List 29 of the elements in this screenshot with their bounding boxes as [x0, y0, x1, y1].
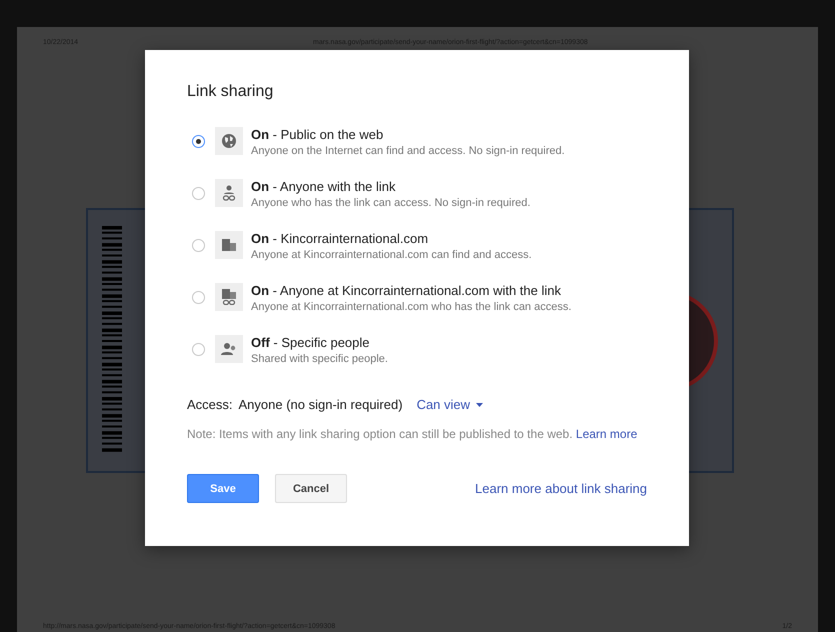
option-description: Anyone on the Internet can find and access. No sign-in required. [251, 144, 565, 159]
radio-button[interactable] [192, 343, 205, 356]
radio-button[interactable] [192, 187, 205, 200]
help-link[interactable]: Learn more about link sharing [475, 481, 647, 496]
radio-button[interactable] [192, 239, 205, 252]
cancel-button[interactable]: Cancel [275, 474, 347, 503]
caret-icon [476, 402, 484, 406]
learn-more-link[interactable]: Learn more [576, 427, 638, 441]
option-description: Anyone at Kincorrainternational.com can find and access. [251, 248, 532, 263]
person-link-icon [222, 185, 236, 201]
option-title: On - Kincorrainternational.com [251, 231, 430, 247]
access-label: Access: [187, 397, 233, 412]
option-title: On - Anyone at Kincorrainternational.com with the link [251, 283, 562, 299]
option-description: Anyone at Kincorrainternational.com who has the link can access. [251, 300, 572, 315]
option-title: On - Anyone with the link [251, 179, 397, 195]
building-link-icon [222, 289, 236, 305]
radio-button[interactable] [192, 291, 205, 304]
note-text: Note: Items with any link sharing option can still be published to the web. Learn more [187, 427, 638, 441]
option-description: Anyone who has the link can access. No sign-in required. [251, 196, 530, 211]
dialog-title: Link sharing [187, 83, 274, 101]
people-icon [221, 342, 237, 356]
building-icon [222, 239, 236, 251]
option-description: Shared with specific people. [251, 352, 388, 367]
radio-button[interactable] [192, 135, 205, 148]
access-value: Anyone (no sign-in required) [238, 397, 403, 412]
option-title: Off - Specific people [251, 335, 371, 351]
option-title: On - Public on the web [251, 127, 384, 143]
globe-icon [221, 133, 237, 149]
permission-dropdown[interactable]: Can view [416, 397, 484, 412]
